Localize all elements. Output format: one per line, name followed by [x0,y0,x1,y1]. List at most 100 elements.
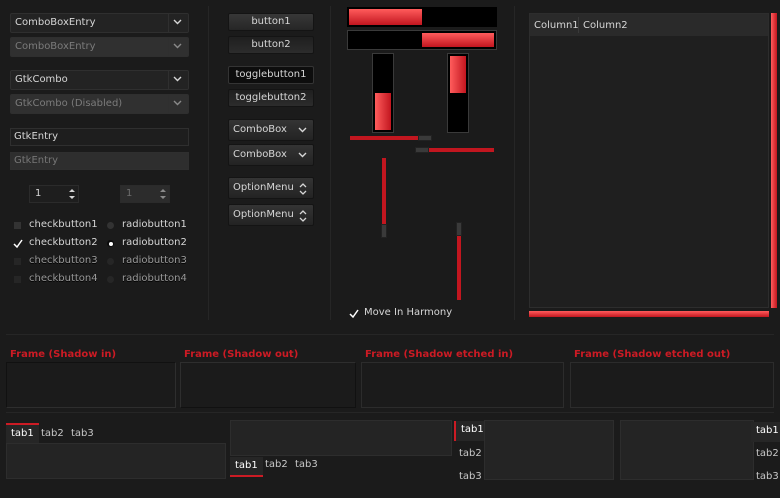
combobox-label: ComboBox [233,124,287,135]
radio-icon [107,276,114,283]
toggle-button-1[interactable]: togglebutton1 [228,66,314,84]
spin-button-disabled: 1 [120,185,170,203]
notebook-right-tab-1[interactable]: tab1 [751,422,780,442]
progress-bar-vertical-1 [372,53,394,133]
spin-button-disabled-value: 1 [126,188,133,199]
radiobutton-3[interactable]: radiobutton3 [107,255,197,269]
spin-arrows-icon[interactable] [67,187,77,201]
separator [208,6,209,320]
option-menu-label: OptionMenu [233,209,294,220]
notebook-right-tab-3[interactable]: tab3 [751,468,780,488]
radiobutton-1[interactable]: radiobutton1 [107,219,197,233]
gtk-combo-text: GtkCombo [15,74,68,85]
gtk-entry-text: GtkEntry [14,131,59,142]
vscale-2-slider-handle[interactable] [456,222,462,236]
notebook-top-tab-1[interactable]: tab1 [6,423,39,443]
checkbutton-3[interactable]: checkbutton3 [14,255,104,269]
combo-box-entry-text: ComboBoxEntry [15,17,96,28]
move-in-harmony-label: Move In Harmony [364,307,453,318]
checkbutton-label: checkbutton3 [29,255,98,266]
checkbox-icon [14,258,21,265]
progress-fill [422,33,494,47]
checkmark-icon [349,309,359,319]
gtk-entry[interactable]: GtkEntry [10,128,189,146]
checkbutton-1[interactable]: checkbutton1 [14,219,104,233]
radiobutton-4[interactable]: radiobutton4 [107,273,197,287]
checkmark-icon [13,239,23,249]
notebook-left-tab-3[interactable]: tab3 [454,468,487,488]
option-menu-1[interactable]: OptionMenu [228,177,314,199]
frame-title-shadow-in: Frame (Shadow in) [10,349,117,360]
button-1[interactable]: button1 [228,13,314,31]
checkbutton-2[interactable]: checkbutton2 [13,237,104,251]
gtk-entry-disabled-text: GtkEntry [14,155,59,166]
vscale-1-trough[interactable] [382,158,386,224]
progress-fill [349,9,422,25]
button-label: togglebutton1 [235,69,307,80]
spin-button[interactable]: 1 [29,185,79,203]
gtk-combo[interactable]: GtkCombo [10,70,189,90]
combo-box-entry-disabled-dropdown-button [168,38,188,56]
combobox-2[interactable]: ComboBox [228,144,314,166]
frame-title-shadow-out: Frame (Shadow out) [184,349,299,360]
frame-shadow-etched-out [570,362,774,408]
chevron-down-icon [173,43,182,49]
radiobutton-label: radiobutton2 [122,237,187,248]
vscale-2-trough[interactable] [457,236,461,300]
combo-box-entry[interactable]: ComboBoxEntry [10,13,189,33]
tree-view[interactable]: Column1 Column2 [529,13,769,308]
column-header-1[interactable]: Column1 [534,20,579,31]
notebook-top-panel [6,443,226,479]
checkbutton-4[interactable]: checkbutton4 [14,273,104,287]
checkbutton-label: checkbutton1 [29,219,98,230]
option-menu-2[interactable]: OptionMenu [228,204,314,226]
separator [514,6,515,320]
tree-view-vertical-scrollbar[interactable] [771,13,777,308]
gtk-entry-disabled: GtkEntry [10,152,189,170]
notebook-bottom-tab-1[interactable]: tab1 [230,457,263,477]
gtk-combo-disabled: GtkCombo (Disabled) [10,94,189,114]
spin-arrows-icon [160,189,166,199]
gtk-combo-dropdown-button[interactable] [168,71,188,89]
combobox-label: ComboBox [233,149,287,160]
up-down-arrows-icon [299,183,307,195]
separator [330,6,331,320]
hscale-1-slider-handle[interactable] [418,135,432,141]
progress-fill [450,56,466,93]
spin-button-value: 1 [35,188,42,199]
notebook-left-tab-1[interactable]: tab1 [454,421,484,441]
chevron-down-icon [173,100,182,106]
radiobutton-2[interactable]: radiobutton2 [107,237,197,251]
notebook-top-tab-2[interactable]: tab2 [36,425,69,445]
chevron-down-icon [173,19,182,25]
notebook-left-tab-2[interactable]: tab2 [454,445,487,465]
button-2[interactable]: button2 [228,36,314,54]
radio-icon [107,222,114,229]
toggle-button-2[interactable]: togglebutton2 [228,89,314,107]
hscale-2-trough[interactable] [429,148,494,152]
up-down-arrows-icon [299,210,307,222]
frame-shadow-in [6,362,176,408]
hscale-2-slider-handle[interactable] [415,147,429,153]
chevron-down-icon [173,76,182,82]
hscale-1-trough[interactable] [350,136,418,140]
vscale-1-slider-handle[interactable] [381,224,387,238]
frame-shadow-out [180,362,356,408]
option-menu-label: OptionMenu [233,182,294,193]
button-label: button2 [251,39,291,50]
notebook-bottom-tab-3[interactable]: tab3 [290,456,323,476]
progress-bar-horizontal-1 [347,7,497,27]
notebook-left-panel [484,420,614,480]
frame-title-shadow-etched-out: Frame (Shadow etched out) [574,349,731,360]
notebook-top-tab-3[interactable]: tab3 [66,425,99,445]
move-in-harmony-checkbutton[interactable]: Move In Harmony [349,307,469,321]
notebook-right-tab-2[interactable]: tab2 [751,445,780,465]
combo-box-entry-dropdown-button[interactable] [168,14,188,32]
column-header-2[interactable]: Column2 [583,20,628,31]
combobox-1[interactable]: ComboBox [228,119,314,141]
notebook-bottom-tab-2[interactable]: tab2 [260,456,293,476]
combo-box-entry-disabled-text: ComboBoxEntry [15,41,96,52]
tree-view-horizontal-scrollbar[interactable] [529,311,769,317]
radio-icon [107,258,114,265]
progress-bar-vertical-2 [447,53,469,133]
